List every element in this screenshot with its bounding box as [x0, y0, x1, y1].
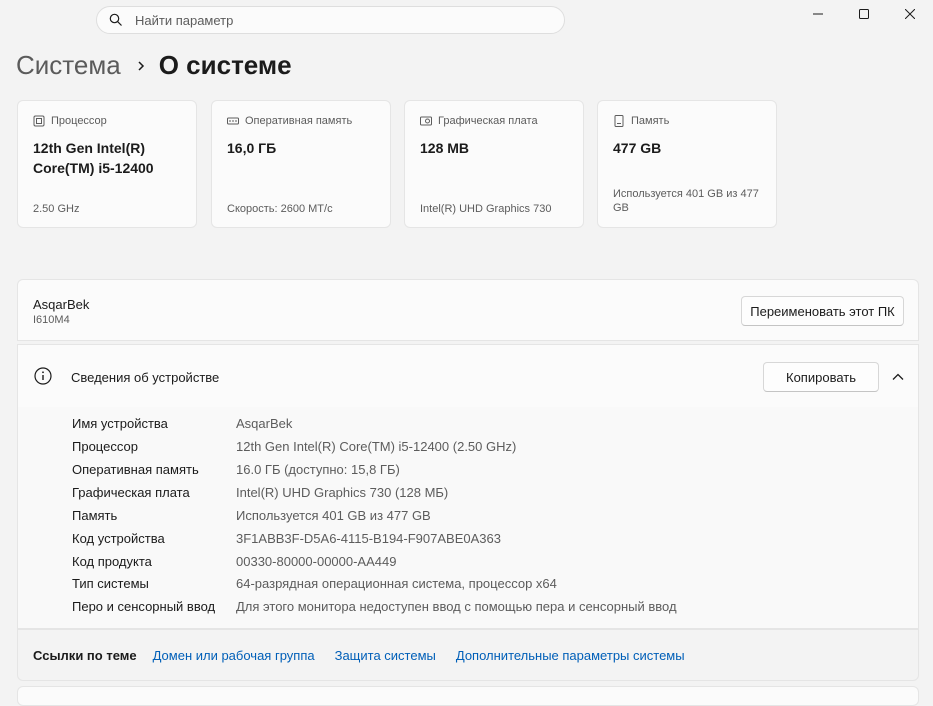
spec-key: Код устройства	[72, 531, 165, 546]
spec-value[interactable]: 16.0 ГБ (доступно: 15,8 ГБ)	[236, 462, 400, 482]
card-value: 477 GB	[613, 140, 662, 156]
spec-key: Графическая плата	[72, 485, 190, 500]
spec-key: Код продукта	[72, 554, 152, 569]
spec-value[interactable]: Intel(R) UHD Graphics 730 (128 МБ)	[236, 485, 448, 505]
spec-key: Имя устройства	[72, 416, 168, 431]
card-subtitle: 2.50 GHz	[33, 203, 80, 215]
link-advanced-system-settings[interactable]: Дополнительные параметры системы	[456, 648, 685, 663]
search-icon	[109, 13, 122, 26]
card-caption: Графическая плата	[438, 115, 538, 127]
ram-card: Оперативная память 16,0 ГБ Скорость: 260…	[211, 100, 391, 228]
copy-button[interactable]: Копировать	[763, 362, 879, 392]
card-caption: Оперативная память	[245, 115, 353, 127]
card-subtitle: Скорость: 2600 MT/c	[227, 203, 333, 215]
spec-row: Перо и сенсорный ввод Для этого монитора…	[72, 599, 677, 619]
spec-row: Графическая плата Intel(R) UHD Graphics …	[72, 485, 448, 505]
chevron-up-icon[interactable]	[888, 367, 908, 387]
storage-card: Память 477 GB Используется 401 GB из 477…	[597, 100, 777, 228]
storage-icon	[614, 115, 624, 127]
spec-value[interactable]: 64-разрядная операционная система, проце…	[236, 576, 557, 596]
pc-name-panel: AsqarBek I610M4 Переименовать этот ПК	[17, 279, 919, 341]
spec-row: Код продукта 00330-80000-00000-AA449	[72, 554, 396, 574]
cpu-icon	[33, 115, 45, 127]
spec-value[interactable]: Используется 401 GB из 477 GB	[236, 508, 431, 528]
card-value: 12th Gen Intel(R) Core(TM) i5-12400	[33, 140, 154, 176]
spec-value[interactable]: Для этого монитора недоступен ввод с пом…	[236, 599, 677, 619]
processor-card: Процессор 12th Gen Intel(R) Core(TM) i5-…	[17, 100, 197, 228]
spec-key: Память	[72, 508, 118, 523]
spec-key: Процессор	[72, 439, 138, 454]
minimize-icon	[813, 13, 823, 15]
spec-row: Оперативная память 16.0 ГБ (доступно: 15…	[72, 462, 400, 482]
spec-row: Тип системы 64-разрядная операционная си…	[72, 576, 557, 596]
device-info-details: Имя устройства AsqarBek Процессор 12th G…	[17, 407, 919, 629]
spec-value[interactable]: 00330-80000-00000-AA449	[236, 554, 396, 574]
next-section-card	[17, 686, 919, 706]
spec-key: Оперативная память	[72, 462, 199, 477]
window-controls	[795, 0, 933, 28]
spec-row: Код устройства 3F1ABB3F-D5A6-4115-B194-F…	[72, 531, 501, 551]
maximize-button[interactable]	[841, 0, 887, 28]
page-title: О системе	[158, 50, 292, 80]
device-info-title: Сведения об устройстве	[71, 370, 220, 385]
maximize-icon	[859, 9, 869, 19]
info-icon	[34, 367, 52, 385]
rename-pc-button[interactable]: Переименовать этот ПК	[741, 296, 904, 326]
breadcrumb-parent[interactable]: Система	[16, 50, 121, 81]
spec-row: Память Используется 401 GB из 477 GB	[72, 508, 431, 528]
spec-value[interactable]: 3F1ABB3F-D5A6-4115-B194-F907ABE0A363	[236, 531, 501, 551]
card-caption: Процессор	[51, 115, 107, 127]
spec-key: Перо и сенсорный ввод	[72, 599, 216, 614]
minimize-button[interactable]	[795, 0, 841, 28]
related-links: Ссылки по теме Домен или рабочая группа …	[17, 629, 919, 681]
close-button[interactable]	[887, 0, 933, 28]
device-info-header[interactable]: Сведения об устройстве Копировать	[17, 344, 919, 408]
link-domain-workgroup[interactable]: Домен или рабочая группа	[153, 648, 315, 663]
close-icon	[905, 9, 915, 19]
gpu-card: Графическая плата 128 MB Intel(R) UHD Gr…	[404, 100, 584, 228]
spec-row: Имя устройства AsqarBek	[72, 416, 292, 436]
search-input[interactable]	[133, 11, 537, 29]
spec-value[interactable]: AsqarBek	[236, 416, 292, 436]
breadcrumb: Система О системе	[16, 50, 292, 81]
card-subtitle: Intel(R) UHD Graphics 730	[420, 203, 552, 215]
ram-icon	[227, 117, 239, 125]
search-box[interactable]	[96, 6, 565, 34]
link-system-protection[interactable]: Защита системы	[335, 648, 436, 663]
pc-name: AsqarBek	[33, 297, 90, 312]
card-caption: Память	[631, 115, 670, 127]
spec-row: Процессор 12th Gen Intel(R) Core(TM) i5-…	[72, 439, 516, 459]
card-value: 128 MB	[420, 140, 470, 156]
related-links-label: Ссылки по теме	[33, 647, 137, 663]
spec-value[interactable]: 12th Gen Intel(R) Core(TM) i5-12400 (2.5…	[236, 439, 516, 459]
pc-model: I610M4	[33, 314, 70, 326]
spec-key: Тип системы	[72, 576, 149, 591]
card-value: 16,0 ГБ	[227, 140, 277, 156]
chevron-right-icon	[137, 60, 145, 72]
card-subtitle: Используется 401 GB из 477 GB	[613, 188, 759, 214]
gpu-icon	[420, 116, 432, 126]
